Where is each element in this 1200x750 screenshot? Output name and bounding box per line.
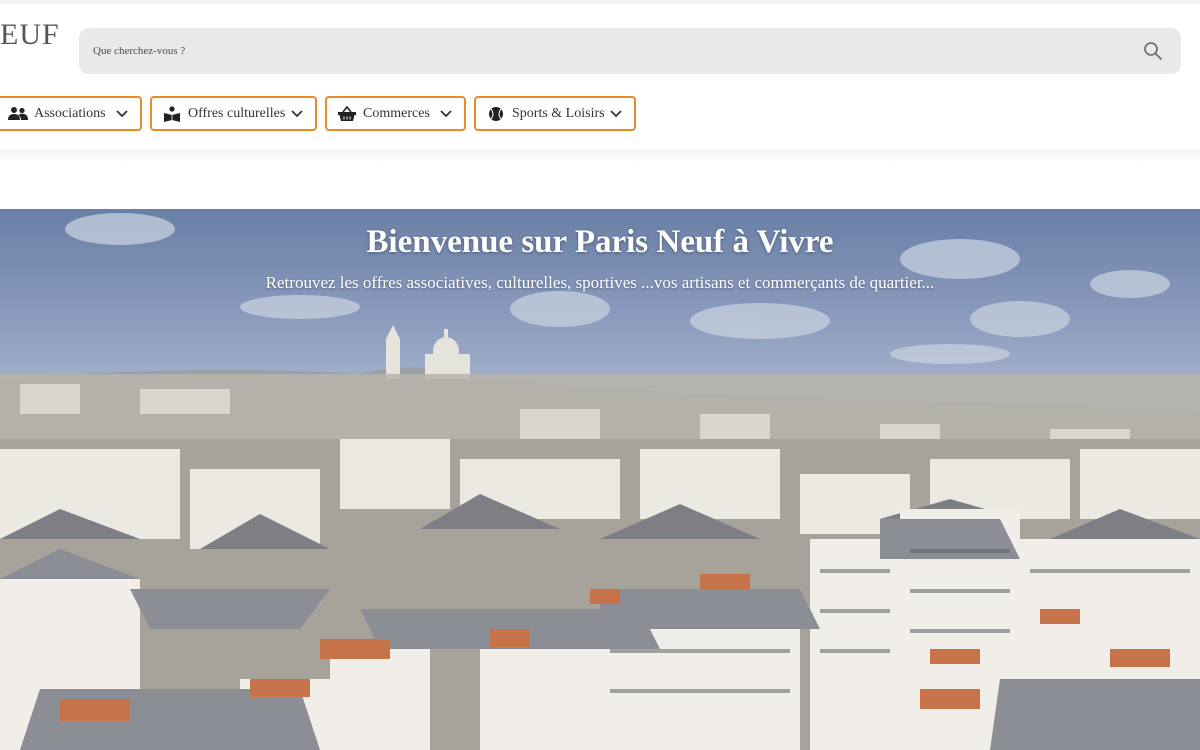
top-divider: [0, 0, 1200, 4]
chevron-down-icon: [440, 110, 452, 118]
chevron-down-icon: [291, 110, 303, 118]
category-label: Associations: [34, 105, 106, 121]
search-input[interactable]: [93, 28, 1123, 74]
basket-icon: [338, 105, 356, 121]
category-button-sports-loisirs[interactable]: Sports & Loisirs: [474, 96, 636, 131]
hero-subtitle: Retrouvez les offres associatives, cultu…: [265, 273, 935, 292]
search-icon[interactable]: [1143, 41, 1163, 61]
site-logo[interactable]: EUF: [0, 18, 60, 52]
header-shadow: [0, 150, 1200, 162]
ball-icon: [489, 106, 503, 121]
chevron-down-icon: [610, 110, 622, 118]
category-button-offres-culturelles[interactable]: Offres culturelles: [150, 96, 317, 131]
hero-title: Bienvenue sur Paris Neuf à Vivre: [366, 224, 834, 260]
users-icon: [8, 106, 28, 120]
chevron-down-icon: [116, 110, 128, 118]
search-bar[interactable]: [79, 28, 1181, 74]
category-button-commerces[interactable]: Commerces: [325, 96, 466, 131]
category-label: Commerces: [363, 105, 430, 121]
site-header: EUF Associations Offres culturelles: [0, 0, 1200, 155]
hero-banner: Bienvenue sur Paris Neuf à Vivre Retrouv…: [0, 209, 1200, 750]
reading-icon: [164, 105, 180, 122]
category-label: Sports & Loisirs: [512, 105, 605, 121]
category-label: Offres culturelles: [188, 105, 286, 121]
category-button-associations[interactable]: Associations: [0, 96, 142, 131]
